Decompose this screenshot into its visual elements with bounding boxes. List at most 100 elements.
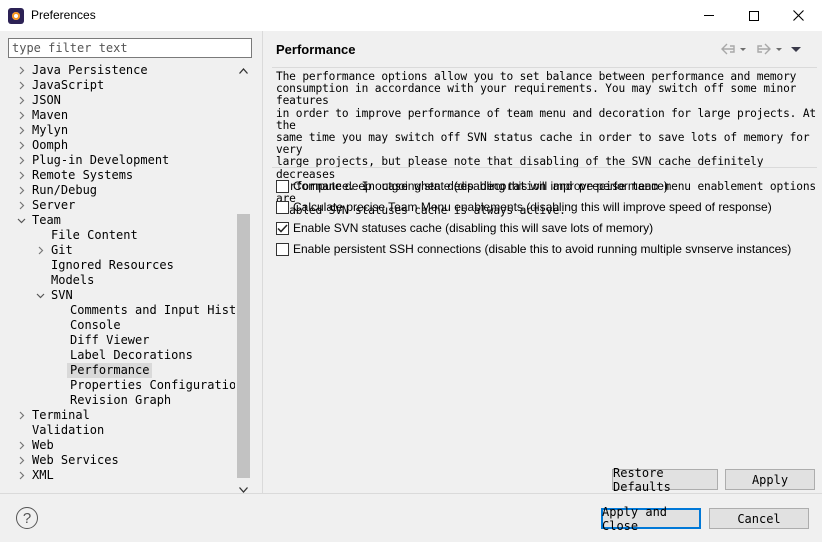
chevron-right-icon[interactable] <box>15 63 27 78</box>
page-title: Performance <box>276 42 356 57</box>
tree-item-label: Server <box>32 198 76 212</box>
chevron-right-icon[interactable] <box>15 108 27 123</box>
tree-item-label: Ignored Resources <box>51 258 174 272</box>
chevron-right-icon[interactable] <box>34 243 46 258</box>
view-menu-icon[interactable] <box>790 44 802 54</box>
description-separator <box>272 167 817 168</box>
tree-item[interactable]: JavaScript <box>10 78 235 93</box>
tree-item[interactable]: Git <box>10 243 235 258</box>
tree-item-label: Git <box>51 243 73 257</box>
tree-item[interactable]: Revision Graph <box>10 393 235 408</box>
tree-item[interactable]: Performance <box>10 363 235 378</box>
chevron-down-icon[interactable] <box>15 213 27 228</box>
chevron-up-icon <box>239 67 248 74</box>
tree-item[interactable]: Diff Viewer <box>10 333 235 348</box>
tree-item[interactable]: Team <box>10 213 235 228</box>
tree-item[interactable]: Mylyn <box>10 123 235 138</box>
chevron-right-icon[interactable] <box>15 123 27 138</box>
tree-item[interactable]: JSON <box>10 93 235 108</box>
forward-dropdown-icon[interactable] <box>774 44 784 54</box>
tree-item-label: Plug-in Development <box>32 153 170 167</box>
option-label: Enable SVN statuses cache (disabling thi… <box>293 221 654 235</box>
description-line: consumption in accordance with your requ… <box>276 82 797 108</box>
apply-and-close-button[interactable]: Apply and Close <box>601 505 701 533</box>
tree-item[interactable]: Web <box>10 438 235 453</box>
tree-item[interactable]: Web Services <box>10 453 235 468</box>
tree-item[interactable]: Comments and Input History <box>10 303 235 318</box>
tree-item[interactable]: Validation <box>10 423 235 438</box>
filter-input[interactable] <box>8 38 252 58</box>
tree-item-label: File Content <box>51 228 138 242</box>
chevron-right-icon[interactable] <box>15 93 27 108</box>
tree-scrollbar[interactable] <box>235 62 252 498</box>
back-arrow-icon[interactable] <box>720 42 736 56</box>
window-title: Preferences <box>31 8 96 22</box>
chevron-right-icon[interactable] <box>15 78 27 93</box>
chevron-right-icon[interactable] <box>15 408 27 423</box>
chevron-right-icon[interactable] <box>15 183 27 198</box>
chevron-right-icon[interactable] <box>15 468 27 483</box>
help-icon[interactable]: ? <box>16 507 38 529</box>
maximize-button[interactable] <box>731 0 776 31</box>
tree-item[interactable]: Oomph <box>10 138 235 153</box>
close-button[interactable] <box>776 0 821 31</box>
minimize-button[interactable] <box>686 0 731 31</box>
tree-item-label: Maven <box>32 108 69 122</box>
tree-item[interactable]: Ignored Resources <box>10 258 235 273</box>
tree-item-label: Revision Graph <box>70 393 172 407</box>
scroll-thumb[interactable] <box>237 214 250 478</box>
close-icon <box>793 10 804 21</box>
chevron-right-icon[interactable] <box>15 198 27 213</box>
tree-item[interactable]: Maven <box>10 108 235 123</box>
tree-item[interactable]: Plug-in Development <box>10 153 235 168</box>
option-deep-outgoing[interactable]: Compute deep outgoing state (disabling t… <box>276 178 668 194</box>
tree-item[interactable]: File Content <box>10 228 235 243</box>
chevron-right-icon[interactable] <box>15 138 27 153</box>
tree-item-label: Diff Viewer <box>70 333 150 347</box>
apply-button[interactable]: Apply <box>725 469 815 490</box>
cancel-button[interactable]: Cancel <box>709 508 809 529</box>
back-dropdown-icon[interactable] <box>738 44 748 54</box>
tree-item[interactable]: Properties Configuration <box>10 378 235 393</box>
scroll-up-button[interactable] <box>235 62 252 79</box>
title-bar: Preferences <box>0 0 822 31</box>
tree-item-label: Oomph <box>32 138 69 152</box>
chevron-right-icon[interactable] <box>15 438 27 453</box>
option-precise-team-menu[interactable]: Calculate precise Team Menu enablements … <box>276 199 772 215</box>
chevron-right-icon[interactable] <box>15 153 27 168</box>
tree-item-label: Run/Debug <box>32 183 98 197</box>
checkbox[interactable] <box>276 221 289 235</box>
tree-item[interactable]: Run/Debug <box>10 183 235 198</box>
scroll-down-button[interactable] <box>235 481 252 498</box>
chevron-down-icon[interactable] <box>34 288 46 303</box>
chevron-down-icon <box>239 486 248 493</box>
minimize-icon <box>703 15 714 16</box>
checkbox[interactable] <box>276 242 289 256</box>
option-svn-status-cache[interactable]: Enable SVN statuses cache (disabling thi… <box>276 220 653 236</box>
tree-item-label: Web Services <box>32 453 119 467</box>
checkbox[interactable] <box>276 179 289 193</box>
eclipse-app-icon <box>8 8 24 24</box>
option-persistent-ssh[interactable]: Enable persistent SSH connections (disab… <box>276 241 791 257</box>
tree-item[interactable]: Server <box>10 198 235 213</box>
restore-defaults-button[interactable]: Restore Defaults <box>612 466 718 494</box>
tree-item[interactable]: Console <box>10 318 235 333</box>
tree-item[interactable]: Terminal <box>10 408 235 423</box>
chevron-right-icon[interactable] <box>15 453 27 468</box>
footer-separator <box>0 493 822 494</box>
tree-item[interactable]: SVN <box>10 288 235 303</box>
right-panel: Performance The performance options allo… <box>263 31 822 494</box>
forward-arrow-icon[interactable] <box>756 42 772 56</box>
tree-item-label: Mylyn <box>32 123 69 137</box>
tree-item[interactable]: XML <box>10 468 235 483</box>
chevron-right-icon[interactable] <box>15 168 27 183</box>
tree-item[interactable]: Label Decorations <box>10 348 235 363</box>
tree-item-label: XML <box>32 468 54 482</box>
tree-item-label: JSON <box>32 93 61 107</box>
checkbox[interactable] <box>276 200 289 214</box>
tree-item[interactable]: Remote Systems <box>10 168 235 183</box>
tree-item-label: Java Persistence <box>32 63 148 77</box>
tree-item[interactable]: Java Persistence <box>10 63 235 78</box>
tree-item[interactable]: Models <box>10 273 235 288</box>
tree-item-label: Comments and Input History <box>70 303 235 317</box>
